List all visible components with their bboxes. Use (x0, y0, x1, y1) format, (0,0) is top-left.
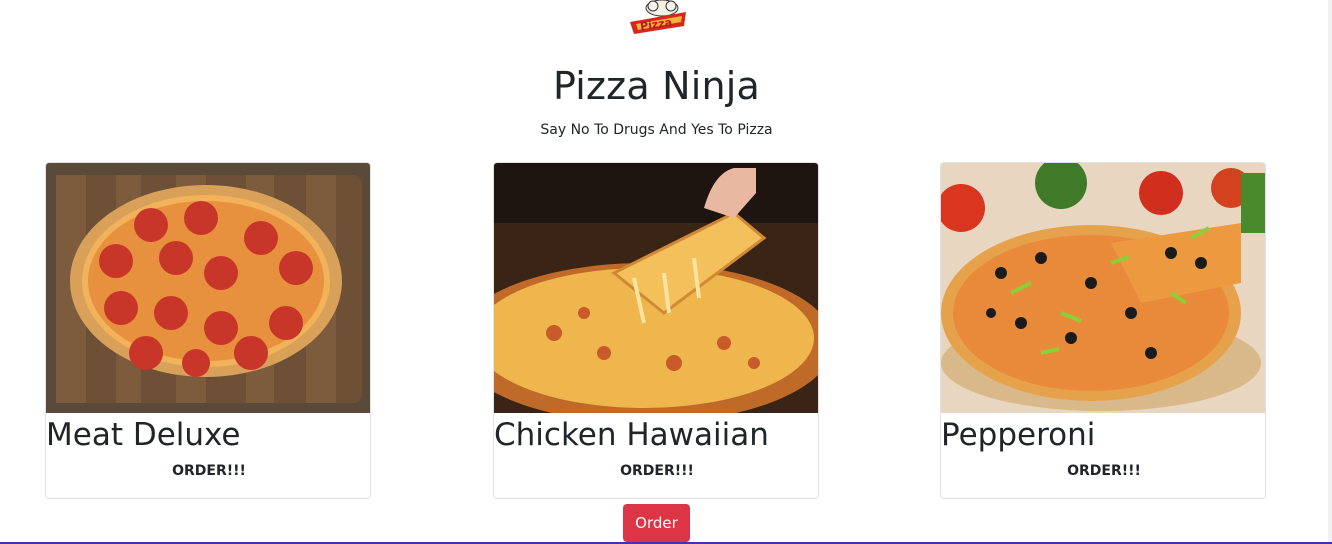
svg-text:Pizza: Pizza (639, 16, 673, 33)
pizza-name: Chicken Hawaiian (494, 417, 769, 453)
pizza-photo-pepperoni (941, 163, 1265, 413)
pizza-card-chicken-hawaiian: Chicken Hawaiian ORDER!!! (493, 162, 819, 499)
pizza-logo: Pizza (626, 0, 690, 36)
order-button[interactable]: Order (623, 504, 690, 542)
pizza-name: Pepperoni (941, 417, 1096, 453)
pizza-card-pepperoni: Pepperoni ORDER!!! (940, 162, 1266, 499)
pizza-card-meat-deluxe: Meat Deluxe ORDER!!! (45, 162, 371, 499)
order-link-pepperoni[interactable]: ORDER!!! (941, 463, 1265, 479)
pizza-photo-meat-deluxe (46, 163, 370, 413)
order-link-meat-deluxe[interactable]: ORDER!!! (46, 463, 370, 479)
pizza-name: Meat Deluxe (46, 417, 241, 453)
scrollbar[interactable] (1328, 0, 1332, 544)
page-title: Pizza Ninja (552, 64, 760, 108)
page-subtitle: Say No To Drugs And Yes To Pizza (540, 122, 773, 138)
pizza-photo-chicken-hawaiian (494, 163, 818, 413)
order-link-chicken-hawaiian[interactable]: ORDER!!! (494, 463, 818, 479)
